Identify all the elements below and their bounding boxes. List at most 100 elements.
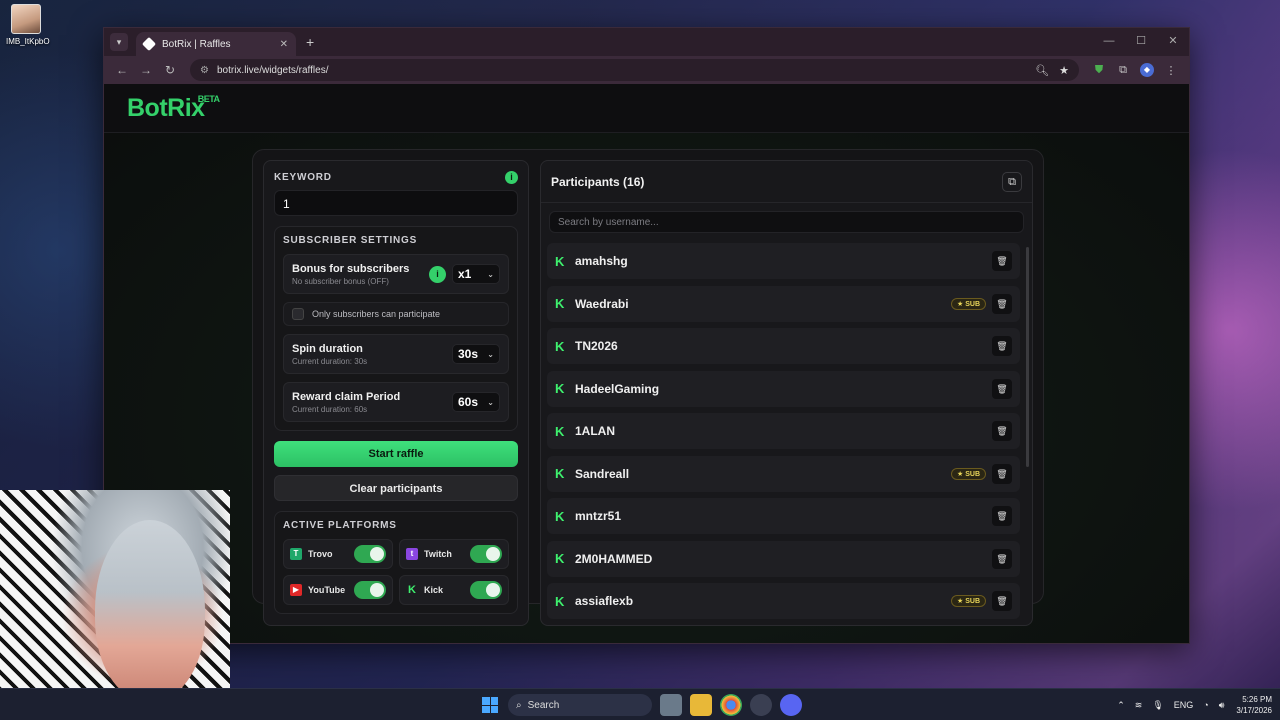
- discord-icon[interactable]: [780, 694, 802, 716]
- kick-icon: K: [555, 253, 565, 269]
- claim-period-select[interactable]: 60s ⌄: [452, 392, 500, 412]
- youtube-toggle[interactable]: [354, 581, 386, 599]
- close-window-button[interactable]: ✕: [1157, 28, 1189, 56]
- delete-participant-button[interactable]: 🗑︎: [992, 336, 1012, 356]
- spin-duration-select[interactable]: 30s ⌄: [452, 344, 500, 364]
- participants-title: Participants (16): [551, 174, 645, 189]
- windows-start-icon[interactable]: [482, 697, 498, 713]
- keyword-input[interactable]: 1: [274, 190, 518, 216]
- delete-participant-button[interactable]: 🗑︎: [992, 506, 1012, 526]
- chrome-icon[interactable]: [720, 694, 742, 716]
- delete-participant-button[interactable]: 🗑︎: [992, 378, 1012, 399]
- reload-button[interactable]: ↻: [158, 63, 182, 77]
- platform-name: Kick: [424, 585, 444, 595]
- site-info-icon[interactable]: ⚙: [200, 65, 209, 76]
- desktop-icon-label: IMB_ItKpbO: [6, 37, 50, 46]
- browser-tab[interactable]: BotRix | Raffles ✕: [136, 32, 296, 56]
- bonus-subtitle: No subscriber bonus (OFF): [292, 276, 389, 286]
- platform-youtube: ▶ YouTube: [283, 575, 393, 605]
- delete-participant-button[interactable]: 🗑︎: [992, 548, 1012, 569]
- delete-participant-button[interactable]: 🗑︎: [992, 293, 1012, 314]
- taskbar-search[interactable]: ⌕ Search: [508, 694, 652, 716]
- url-text[interactable]: botrix.live/widgets/raffles/: [217, 65, 1025, 76]
- clock-date: 3/17/2026: [1236, 706, 1272, 715]
- bookmark-star-icon[interactable]: ★: [1059, 64, 1069, 77]
- tab-close-icon[interactable]: ✕: [280, 39, 288, 50]
- platform-kick: K Kick: [399, 575, 509, 605]
- back-button[interactable]: ←: [110, 63, 134, 77]
- wifi-icon[interactable]: ◔: [1203, 700, 1208, 710]
- file-explorer-icon[interactable]: [690, 694, 712, 716]
- claim-period-title: Reward claim Period: [292, 390, 401, 403]
- raffle-settings-panel: KEYWORD i 1 SUBSCRIBER SETTINGS Bonus fo…: [263, 160, 529, 626]
- participants-list: K amahshg 🗑︎ K Waedrabi ★ SUB 🗑︎ K TN202…: [547, 243, 1020, 625]
- clock[interactable]: 5:26 PM 3/17/2026: [1236, 694, 1272, 716]
- system-tray: ⌃ ≋ 🎙︎ ENG ◔ 🔊︎ 5:26 PM 3/17/2026: [1107, 689, 1272, 720]
- tab-search-button[interactable]: ▾: [110, 33, 128, 51]
- active-platforms-label: ACTIVE PLATFORMS: [283, 520, 397, 531]
- volume-icon[interactable]: 🔊︎: [1219, 700, 1225, 711]
- browser-menu-icon[interactable]: ⋮: [1159, 64, 1183, 77]
- delete-participant-button[interactable]: 🗑︎: [992, 463, 1012, 484]
- trovo-icon: T: [290, 548, 302, 560]
- only-subscribers-option[interactable]: Only subscribers can participate: [283, 302, 509, 326]
- delete-participant-button[interactable]: 🗑︎: [992, 251, 1012, 271]
- desktop-file-icon[interactable]: IMB_ItKpbO: [6, 4, 50, 46]
- delete-participant-button[interactable]: 🗑︎: [992, 421, 1012, 441]
- maximize-button[interactable]: ☐: [1125, 28, 1157, 56]
- participant-row: K TN2026 🗑︎: [547, 328, 1020, 364]
- participant-row: K amahshg 🗑︎: [547, 243, 1020, 279]
- subscriber-badge: ★ SUB: [951, 297, 986, 310]
- active-platforms-section: ACTIVE PLATFORMS T Trovo t Twitch ▶ YouT…: [274, 511, 518, 614]
- minimize-button[interactable]: —: [1093, 28, 1125, 56]
- subscriber-badge: ★ SUB: [951, 467, 986, 480]
- chevron-up-icon[interactable]: ⌃: [1117, 700, 1125, 711]
- kick-icon: K: [555, 296, 565, 311]
- task-view-icon[interactable]: [660, 694, 682, 716]
- logo-beta-tag: BETA: [197, 94, 220, 104]
- only-subscribers-checkbox[interactable]: [292, 308, 304, 320]
- search-icon: ⌕: [516, 699, 522, 711]
- start-raffle-button[interactable]: Start raffle: [274, 441, 518, 467]
- bonus-multiplier-select[interactable]: x1 ⌄: [452, 264, 500, 284]
- profile-avatar-icon[interactable]: ◆: [1135, 63, 1159, 77]
- shield-extension-icon[interactable]: ⛊: [1087, 64, 1111, 77]
- clear-participants-button[interactable]: Clear participants: [274, 475, 518, 501]
- botrix-logo[interactable]: BotRix BETA: [127, 94, 220, 123]
- twitch-toggle[interactable]: [470, 545, 502, 563]
- keyword-info-icon[interactable]: i: [505, 171, 518, 184]
- youtube-icon: ▶: [290, 584, 302, 596]
- address-bar[interactable]: ⚙ botrix.live/widgets/raffles/ 🔍︎ ★: [190, 59, 1079, 81]
- participant-username: HadeelGaming: [575, 381, 660, 396]
- platform-twitch: t Twitch: [399, 539, 509, 569]
- favicon-icon: [141, 36, 157, 52]
- participant-row: K mntzr51 🗑︎: [547, 498, 1020, 534]
- new-tab-button[interactable]: +: [306, 34, 314, 50]
- language-indicator[interactable]: ENG: [1174, 700, 1194, 710]
- extensions-puzzle-icon[interactable]: ⧉: [1111, 64, 1135, 77]
- platform-name: Trovo: [308, 549, 333, 559]
- microphone-icon[interactable]: 🎙︎: [1152, 700, 1163, 711]
- chevron-down-icon: ⌄: [487, 269, 494, 279]
- participant-username: Sandreall: [575, 466, 630, 481]
- participants-scrollbar[interactable]: [1026, 247, 1029, 467]
- forward-button[interactable]: →: [134, 63, 158, 77]
- webcam-person-image: [95, 520, 205, 700]
- image-thumbnail: [11, 4, 41, 34]
- subscriber-badge: ★ SUB: [951, 595, 986, 607]
- network-icon[interactable]: ≋: [1135, 700, 1143, 711]
- participant-search-input[interactable]: Search by username...: [549, 211, 1024, 233]
- trovo-toggle[interactable]: [354, 545, 386, 563]
- platform-trovo: T Trovo: [283, 539, 393, 569]
- zoom-icon[interactable]: 🔍︎: [1035, 64, 1049, 77]
- kick-icon: K: [555, 593, 565, 609]
- bonus-info-icon[interactable]: i: [429, 265, 446, 283]
- kick-toggle[interactable]: [470, 581, 502, 599]
- browser-window: ▾ BotRix | Raffles ✕ + — ☐ ✕ ← → ↻ ⚙ bot…: [103, 27, 1190, 644]
- claim-period-value: 60s: [458, 395, 479, 409]
- kick-icon: K: [555, 551, 565, 566]
- delete-participant-button[interactable]: 🗑︎: [992, 591, 1012, 611]
- app-icon[interactable]: [750, 694, 772, 716]
- copy-list-button[interactable]: ⧉: [1002, 171, 1022, 192]
- kick-icon: K: [555, 508, 565, 524]
